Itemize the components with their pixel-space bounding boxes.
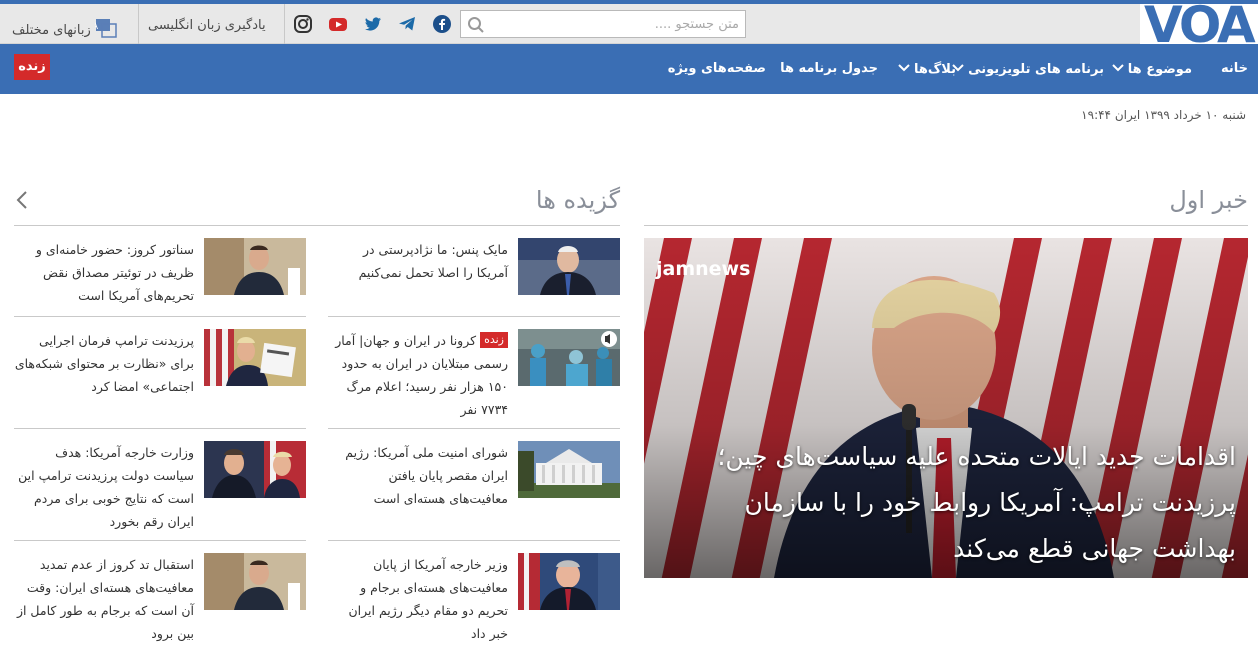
nav-item-home[interactable]: خانه xyxy=(1221,61,1248,76)
thumbnail xyxy=(518,553,620,610)
picks-section-title: گزیده ها xyxy=(535,186,620,214)
main-nav: زنده خانه موضوع ها برنامه های تلویزیونی … xyxy=(0,44,1258,94)
voa-logo[interactable]: VOA xyxy=(1140,4,1258,44)
list-item[interactable]: شورای امنیت ملی آمریکا: رژیم ایران مقصر … xyxy=(328,441,620,541)
live-button[interactable]: زنده xyxy=(14,54,50,80)
chevron-left-icon[interactable] xyxy=(14,190,30,214)
facebook-icon[interactable] xyxy=(432,14,452,34)
list-item-text: سناتور کروز: حضور خامنه‌ای و ظریف در توئ… xyxy=(35,242,194,303)
divider xyxy=(284,4,285,44)
live-badge: زنده xyxy=(480,332,508,348)
learn-english-link[interactable]: یادگیری زبان انگلیسی xyxy=(148,18,266,33)
nav-item-schedule[interactable]: جدول برنامه ها xyxy=(780,61,878,76)
divider xyxy=(14,540,306,541)
chevron-down-icon xyxy=(898,61,910,76)
divider xyxy=(14,316,306,317)
divider xyxy=(14,225,620,226)
list-item[interactable]: پرزیدنت ترامپ فرمان اجرایی برای «نظارت ب… xyxy=(14,329,306,429)
list-item-text: استقبال تد کروز از عدم تمدید معافیت‌های … xyxy=(16,557,194,641)
instagram-icon[interactable] xyxy=(293,14,313,34)
divider xyxy=(328,316,620,317)
list-item[interactable]: وزیر خارجه آمریکا از پایان معافیت‌های هس… xyxy=(328,553,620,653)
featured-section-title: خبر اول xyxy=(1169,186,1248,214)
thumbnail xyxy=(204,441,306,498)
divider xyxy=(644,225,1248,226)
telegram-icon[interactable] xyxy=(397,14,417,34)
thumbnail xyxy=(204,238,306,295)
list-item[interactable]: وزارت خارجه آمریکا: هدف سیاست دولت پرزید… xyxy=(14,441,306,541)
list-item-text: شورای امنیت ملی آمریکا: رژیم ایران مقصر … xyxy=(345,445,508,506)
thumbnail xyxy=(204,553,306,610)
twitter-icon[interactable] xyxy=(363,14,383,34)
list-item[interactable]: استقبال تد کروز از عدم تمدید معافیت‌های … xyxy=(14,553,306,653)
list-item[interactable]: زندهکرونا در ایران و جهان| آمار رسمی مبت… xyxy=(328,329,620,429)
svg-text:VOA: VOA xyxy=(1144,4,1256,44)
divider xyxy=(328,540,620,541)
list-item[interactable]: مایک پنس: ما نژادپرستی در آمریکا را اصلا… xyxy=(328,238,620,338)
divider xyxy=(14,428,306,429)
languages-label: زبانهای مختلف xyxy=(12,23,91,38)
nav-item-blogs[interactable]: بلاگ‌ها xyxy=(898,61,956,77)
photo-credit-tag: jamnews xyxy=(656,258,751,280)
thumbnail xyxy=(518,238,620,295)
nav-item-topics[interactable]: موضوع ها xyxy=(1112,61,1192,77)
featured-story[interactable]: jamnews اقدامات جدید ایالات متحده علیه س… xyxy=(644,238,1248,578)
list-item-text: مایک پنس: ما نژادپرستی در آمریکا را اصلا… xyxy=(358,242,508,280)
divider xyxy=(138,4,139,44)
featured-headline[interactable]: اقدامات جدید ایالات متحده علیه سیاست‌های… xyxy=(656,434,1236,572)
thumbnail xyxy=(518,329,620,386)
list-item-text: زندهکرونا در ایران و جهان| آمار رسمی مبت… xyxy=(335,332,508,417)
date-line: شنبه ۱۰ خرداد ۱۳۹۹ ایران ۱۹:۴۴ xyxy=(1081,108,1246,122)
list-item[interactable]: سناتور کروز: حضور خامنه‌ای و ظریف در توئ… xyxy=(14,238,306,338)
languages-icon: A xyxy=(92,18,117,42)
nav-item-tv-programs[interactable]: برنامه های تلویزیونی xyxy=(952,61,1104,77)
youtube-icon[interactable] xyxy=(328,14,348,34)
search-input[interactable] xyxy=(489,14,739,34)
search-box[interactable] xyxy=(460,10,746,38)
list-item-text: پرزیدنت ترامپ فرمان اجرایی برای «نظارت ب… xyxy=(14,333,194,394)
divider xyxy=(328,428,620,429)
search-icon[interactable] xyxy=(467,16,485,38)
thumbnail xyxy=(204,329,306,386)
list-item-text: وزارت خارجه آمریکا: هدف سیاست دولت پرزید… xyxy=(18,445,194,529)
thumbnail xyxy=(518,441,620,498)
languages-link[interactable]: A زبانهای مختلف xyxy=(12,18,117,42)
utility-bar: A زبانهای مختلف یادگیری زبان انگلیسی xyxy=(0,4,1258,44)
list-item-text: وزیر خارجه آمریکا از پایان معافیت‌های هس… xyxy=(348,557,509,641)
nav-item-special-pages[interactable]: صفحه‌های ویژه xyxy=(668,61,766,76)
chevron-down-icon xyxy=(1112,61,1124,76)
